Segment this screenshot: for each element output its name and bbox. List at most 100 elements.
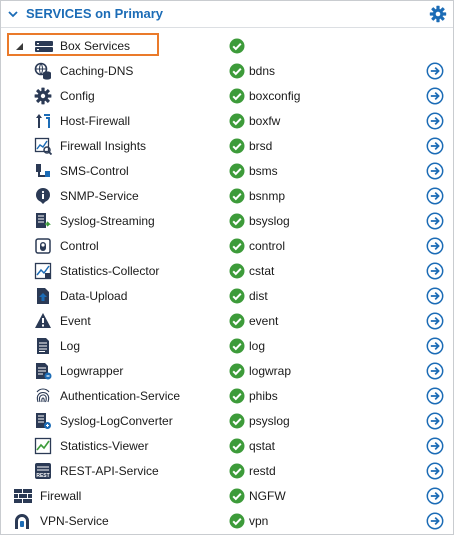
service-row-log[interactable]: Log log [1,334,453,359]
service-row-rest-api-service[interactable]: REST REST-API-Service restd [1,459,453,484]
open-arrow-icon[interactable] [426,187,444,205]
service-row-sms-control[interactable]: SMS-Control bsms [1,159,453,184]
service-row-event[interactable]: Event event [1,309,453,334]
open-arrow-icon[interactable] [426,462,444,480]
vpn-icon [13,512,31,530]
logwrapper-icon [34,362,52,380]
process-name: psyslog [249,414,290,428]
status-ok-icon [229,463,245,479]
process-name: NGFW [249,489,286,503]
process-name: control [249,239,286,253]
process-name: bsnmp [249,189,286,203]
control-icon [34,237,52,255]
open-arrow-icon[interactable] [426,387,444,405]
chart-icon [34,437,52,455]
svg-text:REST: REST [36,473,49,479]
panel-title: SERVICES on Primary [26,6,164,21]
logconverter-icon [34,412,52,430]
open-arrow-icon[interactable] [426,87,444,105]
process-name: restd [249,464,276,478]
status-ok-icon [229,363,245,379]
open-arrow-icon[interactable] [426,62,444,80]
open-arrow-icon[interactable] [426,162,444,180]
service-row-firewall-insights[interactable]: Firewall Insights brsd [1,134,453,159]
host-firewall-icon [34,112,52,130]
service-row-statistics-collector[interactable]: Statistics-Collector cstat [1,259,453,284]
services-panel: SERVICES on Primary Box Services Caching-… [0,0,454,535]
open-arrow-icon[interactable] [426,237,444,255]
open-arrow-icon[interactable] [426,287,444,305]
open-arrow-icon[interactable] [426,112,444,130]
open-arrow-icon[interactable] [426,362,444,380]
warning-icon [34,312,52,330]
service-row-control[interactable]: Control control [1,234,453,259]
status-ok-icon [229,488,245,504]
service-name: Control [60,239,99,253]
process-name: qstat [249,439,276,453]
service-name: Authentication-Service [60,389,181,403]
open-arrow-icon[interactable] [426,487,444,505]
process-name: cstat [249,264,275,278]
open-arrow-icon[interactable] [426,212,444,230]
open-arrow-icon[interactable] [426,437,444,455]
open-arrow-icon[interactable] [426,312,444,330]
open-arrow-icon[interactable] [426,512,444,530]
process-name: brsd [249,139,273,153]
rest-icon: REST [34,462,52,480]
service-row-authentication-service[interactable]: Authentication-Service phibs [1,384,453,409]
service-name: Event [60,314,91,328]
service-row-firewall[interactable]: Firewall NGFW [1,484,453,509]
status-ok-icon [229,238,245,254]
service-name: Syslog-Streaming [60,214,155,228]
service-name: SNMP-Service [60,189,139,203]
collapse-chevron-icon[interactable] [7,8,19,20]
process-name: boxconfig [249,89,301,103]
status-ok-icon [229,213,245,229]
process-name: vpn [249,514,269,528]
log-icon [34,337,52,355]
status-ok-icon [229,63,245,79]
service-row-vpn-service[interactable]: VPN-Service vpn [1,509,453,534]
service-name: Statistics-Collector [60,264,160,278]
open-arrow-icon[interactable] [426,262,444,280]
fingerprint-icon [34,387,52,405]
service-name: REST-API-Service [60,464,159,478]
service-row-logwrapper[interactable]: Logwrapper logwrap [1,359,453,384]
info-icon [34,187,52,205]
process-name: phibs [249,389,278,403]
service-name: Config [60,89,95,103]
service-name: Firewall Insights [60,139,147,153]
service-row-syslog-logconverter[interactable]: Syslog-LogConverter psyslog [1,409,453,434]
status-ok-icon [229,438,245,454]
upload-icon [34,287,52,305]
service-row-caching-dns[interactable]: Caching-DNS bdns [1,59,453,84]
status-ok-icon [229,413,245,429]
status-ok-icon [229,513,245,529]
service-name: Statistics-Viewer [60,439,149,453]
service-row-statistics-viewer[interactable]: Statistics-Viewer qstat [1,434,453,459]
service-name: Logwrapper [60,364,124,378]
status-ok-icon [229,263,245,279]
service-name: Data-Upload [60,289,128,303]
status-ok-icon [229,338,245,354]
open-arrow-icon[interactable] [426,412,444,430]
selection-highlight [7,33,159,56]
service-row-data-upload[interactable]: Data-Upload dist [1,284,453,309]
service-row-config[interactable]: Config boxconfig [1,84,453,109]
sms-icon [34,162,52,180]
service-name: Log [60,339,81,353]
service-row-syslog-streaming[interactable]: Syslog-Streaming bsyslog [1,209,453,234]
open-arrow-icon[interactable] [426,337,444,355]
service-name: VPN-Service [40,514,109,528]
service-row-snmp-service[interactable]: SNMP-Service bsnmp [1,184,453,209]
status-ok-icon [229,113,245,129]
service-name: SMS-Control [60,164,129,178]
service-row-host-firewall[interactable]: Host-Firewall boxfw [1,109,453,134]
process-name: bdns [249,64,276,78]
open-arrow-icon[interactable] [426,137,444,155]
service-name: Host-Firewall [60,114,131,128]
settings-gear-icon[interactable] [429,5,447,23]
service-name: Syslog-LogConverter [60,414,173,428]
status-ok-icon [229,388,245,404]
status-ok-icon [229,38,245,54]
